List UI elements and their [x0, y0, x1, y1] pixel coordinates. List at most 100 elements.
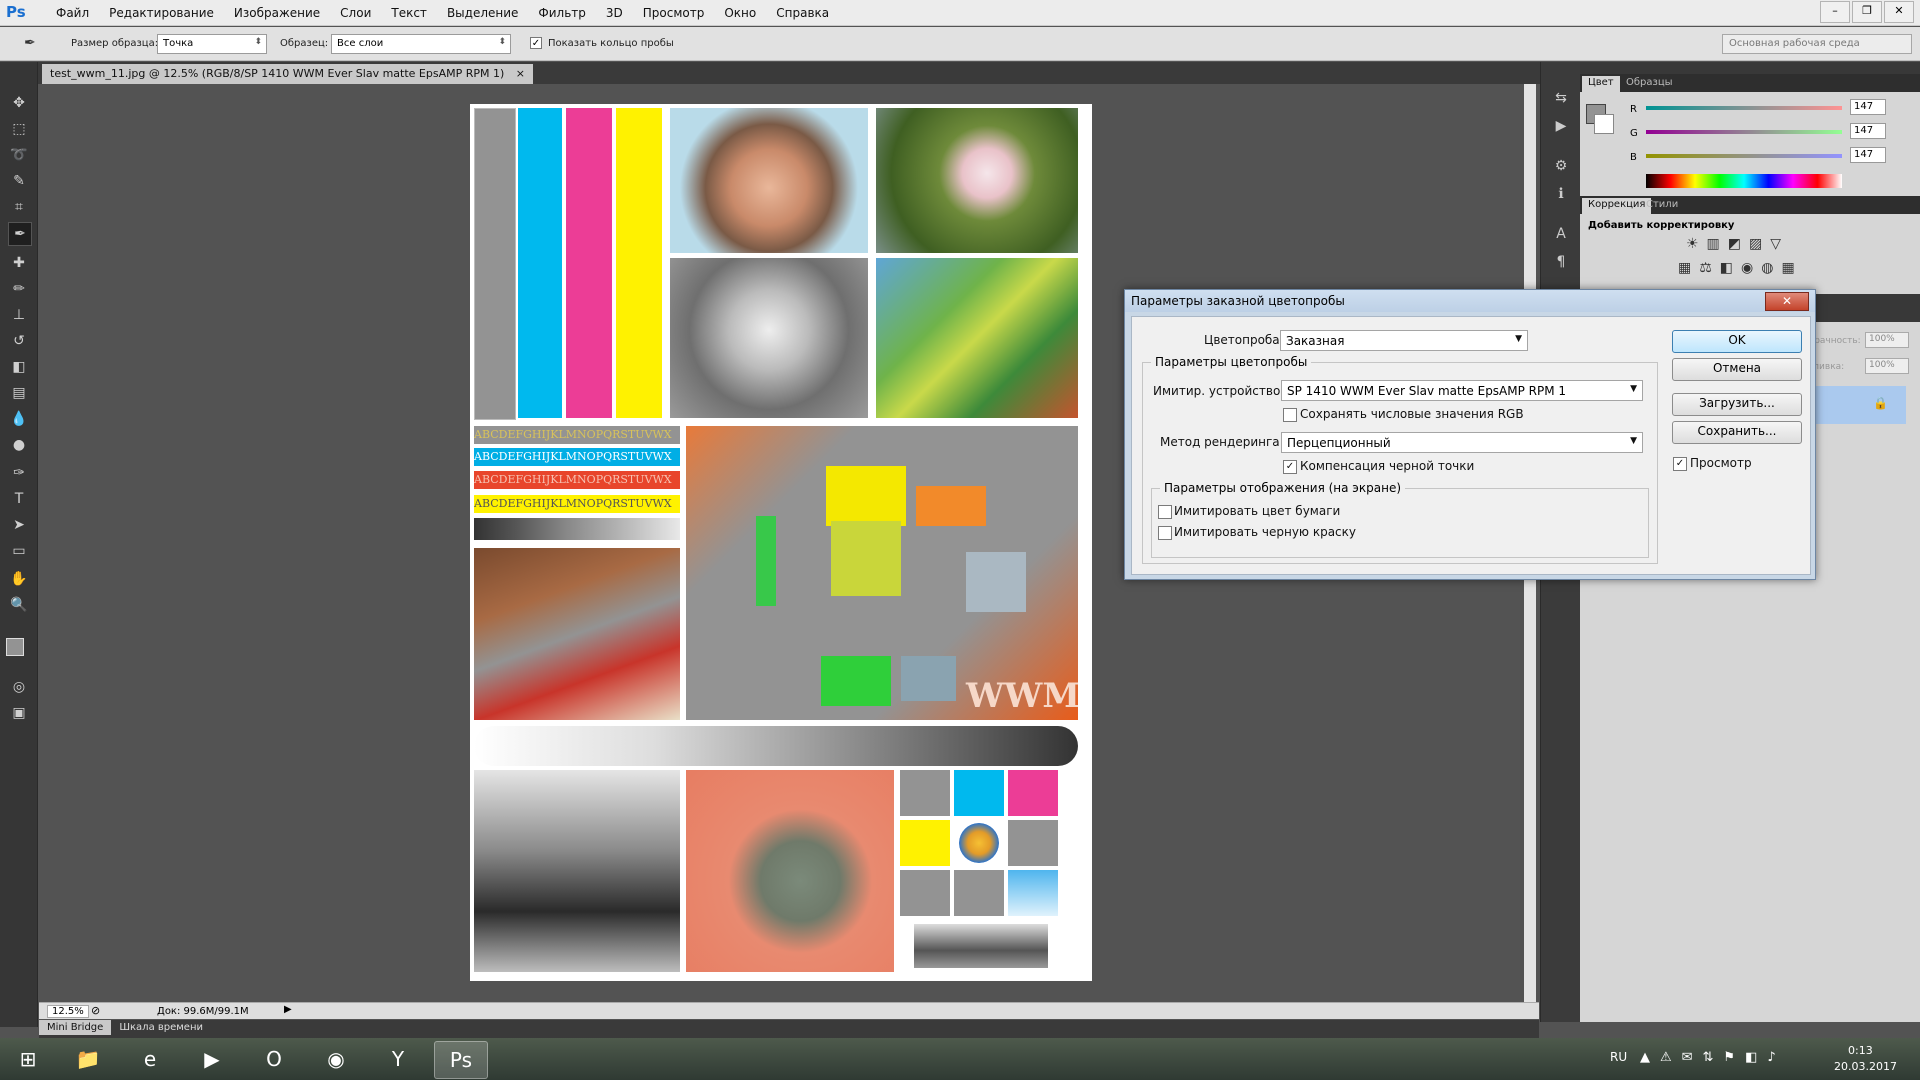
- status-arrow-icon[interactable]: ▶: [284, 1004, 292, 1015]
- menu-help[interactable]: Справка: [766, 6, 839, 20]
- paragraph-panel-icon[interactable]: ¶: [1549, 250, 1573, 274]
- dodge-tool-icon[interactable]: ●: [8, 434, 30, 456]
- stamp-tool-icon[interactable]: ⊥: [8, 304, 30, 326]
- tab-close-icon[interactable]: ×: [516, 67, 525, 80]
- device-select[interactable]: SP 1410 WWM Ever Slav matte EpsAMP RPM 1…: [1281, 380, 1643, 401]
- internet-explorer-icon[interactable]: e: [124, 1041, 176, 1077]
- bg-color-preview[interactable]: [1594, 114, 1614, 134]
- cube-face-steel-right: [966, 552, 1026, 612]
- show-ring-checkbox[interactable]: ✓: [530, 37, 542, 49]
- explorer-icon[interactable]: 📁: [62, 1041, 114, 1077]
- brush-tool-icon[interactable]: ✏: [8, 278, 30, 300]
- character-panel-icon[interactable]: A: [1549, 222, 1573, 246]
- menu-window[interactable]: Окно: [714, 6, 766, 20]
- maximize-button[interactable]: ❐: [1852, 1, 1882, 23]
- simulate-ink-checkbox[interactable]: [1158, 526, 1172, 540]
- adjustment-icons-row2[interactable]: ▦⚖◧◉◍▦: [1678, 260, 1803, 276]
- shape-tool-icon[interactable]: ▭: [8, 540, 30, 562]
- chrome-icon[interactable]: ◉: [310, 1041, 362, 1077]
- gradient-tool-icon[interactable]: ▤: [8, 382, 30, 404]
- preview-checkbox[interactable]: ✓: [1673, 457, 1687, 471]
- media-player-icon[interactable]: ▶: [186, 1041, 238, 1077]
- blur-tool-icon[interactable]: 💧: [8, 408, 30, 430]
- start-button-icon[interactable]: ⊞: [2, 1041, 54, 1077]
- save-button[interactable]: Сохранить...: [1672, 421, 1802, 444]
- cancel-button[interactable]: Отмена: [1672, 358, 1802, 381]
- crop-tool-icon[interactable]: ⌗: [8, 196, 30, 218]
- eraser-tool-icon[interactable]: ◧: [8, 356, 30, 378]
- quick-mask-icon[interactable]: ◎: [8, 676, 30, 698]
- document-tab-title: test_wwm_11.jpg @ 12.5% (RGB/8/SP 1410 W…: [50, 67, 505, 80]
- menu-file[interactable]: Файл: [46, 6, 99, 20]
- hand-tool-icon[interactable]: ✋: [8, 568, 30, 590]
- healing-brush-tool-icon[interactable]: ✚: [8, 252, 30, 274]
- clock-time[interactable]: 0:13: [1848, 1044, 1873, 1057]
- sample-select[interactable]: Все слои: [331, 34, 511, 54]
- opacity-field[interactable]: 100%: [1865, 332, 1909, 348]
- channel-g-input[interactable]: 147: [1850, 123, 1886, 139]
- minimize-button[interactable]: –: [1820, 1, 1850, 23]
- color-spectrum[interactable]: [1646, 174, 1842, 188]
- menu-edit[interactable]: Редактирование: [99, 6, 224, 20]
- info-panel-icon[interactable]: ℹ: [1549, 182, 1573, 206]
- foreground-color-swatch[interactable]: [6, 638, 24, 656]
- dialog-close-button[interactable]: ✕: [1765, 292, 1809, 311]
- menu-view[interactable]: Просмотр: [633, 6, 715, 20]
- load-button[interactable]: Загрузить...: [1672, 393, 1802, 416]
- channel-g-slider[interactable]: [1646, 130, 1842, 134]
- preserve-rgb-checkbox[interactable]: [1283, 408, 1297, 422]
- menu-image[interactable]: Изображение: [224, 6, 330, 20]
- history-panel-icon[interactable]: ⇆: [1549, 86, 1573, 110]
- mini-bridge-tab[interactable]: Mini Bridge: [39, 1020, 112, 1035]
- pen-tool-icon[interactable]: ✑: [8, 462, 30, 484]
- zoom-field[interactable]: 12.5%: [47, 1005, 89, 1018]
- photoshop-logo: Ps: [6, 3, 26, 21]
- photoshop-taskbar-icon[interactable]: Ps: [434, 1041, 488, 1079]
- language-indicator[interactable]: RU: [1610, 1050, 1627, 1064]
- marquee-tool-icon[interactable]: ⬚: [8, 118, 30, 140]
- channel-b-input[interactable]: 147: [1850, 147, 1886, 163]
- move-tool-icon[interactable]: ✥: [8, 92, 30, 114]
- channel-r-slider[interactable]: [1646, 106, 1842, 110]
- portrait-image: [670, 108, 868, 253]
- workspace-select[interactable]: Основная рабочая среда: [1722, 34, 1912, 54]
- tray-icons[interactable]: ▲⚠✉⇅⚑◧♪: [1640, 1050, 1786, 1065]
- menu-type[interactable]: Текст: [381, 6, 437, 20]
- eyedropper-preset-icon[interactable]: ✒: [24, 35, 44, 53]
- type-tool-icon[interactable]: T: [8, 488, 30, 510]
- sample-size-select[interactable]: Точка: [157, 34, 267, 54]
- swatch-magenta: [1008, 770, 1058, 816]
- channel-r-input[interactable]: 147: [1850, 99, 1886, 115]
- menu-layers[interactable]: Слои: [330, 6, 381, 20]
- zoom-tool-icon[interactable]: 🔍: [8, 594, 30, 616]
- path-select-tool-icon[interactable]: ➤: [8, 514, 30, 536]
- menu-filter[interactable]: Фильтр: [528, 6, 595, 20]
- history-brush-tool-icon[interactable]: ↺: [8, 330, 30, 352]
- ok-button[interactable]: OK: [1672, 330, 1802, 353]
- eyedropper-tool-icon[interactable]: ✒: [8, 222, 32, 246]
- menu-select[interactable]: Выделение: [437, 6, 528, 20]
- cube-face-green-left: [756, 516, 776, 606]
- quick-select-tool-icon[interactable]: ✎: [8, 170, 30, 192]
- screen-mode-icon[interactable]: ▣: [8, 702, 30, 724]
- actions-panel-icon[interactable]: ▶: [1549, 114, 1573, 138]
- yandex-browser-icon[interactable]: Y: [372, 1041, 424, 1077]
- close-window-button[interactable]: ✕: [1884, 1, 1914, 23]
- timeline-tab[interactable]: Шкала времени: [111, 1020, 211, 1035]
- simulate-paper-checkbox[interactable]: [1158, 505, 1172, 519]
- render-select[interactable]: Перцепционный ▼: [1281, 432, 1643, 453]
- opera-icon[interactable]: O: [248, 1041, 300, 1077]
- document-canvas[interactable]: ABCDEFGHIJKLMNOPQRSTUVWX ABCDEFGHIJKLMNO…: [470, 104, 1092, 981]
- black-point-checkbox[interactable]: ✓: [1283, 460, 1297, 474]
- channel-b-slider[interactable]: [1646, 154, 1842, 158]
- brush-presets-icon[interactable]: ⚙: [1549, 154, 1573, 178]
- menu-3d[interactable]: 3D: [596, 6, 633, 20]
- status-menu-icon[interactable]: ⊘: [91, 1004, 100, 1017]
- display-options-group: Параметры отображения (на экране) Имитир…: [1151, 481, 1649, 558]
- lasso-tool-icon[interactable]: ➰: [8, 144, 30, 166]
- document-tab[interactable]: test_wwm_11.jpg @ 12.5% (RGB/8/SP 1410 W…: [42, 64, 534, 84]
- fill-field[interactable]: 100%: [1865, 358, 1909, 374]
- clock-date[interactable]: 20.03.2017: [1834, 1060, 1897, 1073]
- proof-select[interactable]: Заказная ▼: [1280, 330, 1528, 351]
- adjustment-icons-row1[interactable]: ☀▥◩▨▽: [1686, 236, 1789, 252]
